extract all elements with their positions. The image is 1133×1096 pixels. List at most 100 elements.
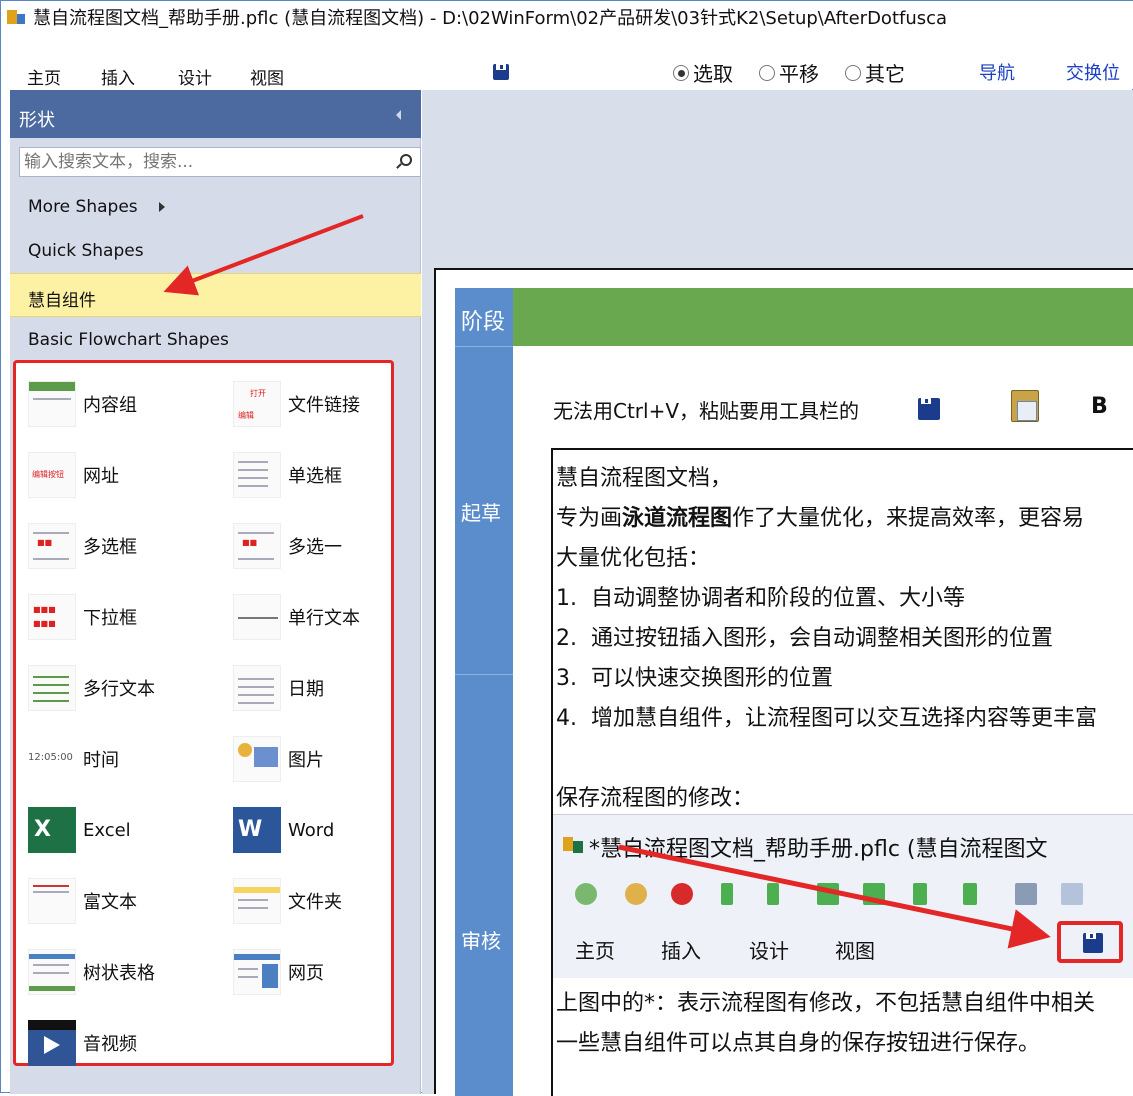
shape-checkbox[interactable]: ■■ 多选框: [28, 522, 137, 570]
tree-table-thumb-icon: [28, 949, 76, 995]
radio-select[interactable]: 选取: [673, 58, 733, 87]
list-item: 4. 增加慧自组件，让流程图可以交互选择内容等更丰富: [556, 706, 1098, 731]
lane-label: 审核: [461, 929, 501, 953]
app-window: 慧自流程图文档_帮助手册.pflc (慧自流程图文档) - D:\02WinFo…: [0, 0, 1133, 1096]
search-icon[interactable]: [400, 154, 412, 166]
toolbar-up-icon: [721, 883, 733, 905]
category-basic-flowchart[interactable]: Basic Flowchart Shapes: [10, 318, 421, 362]
radio-other-label: 其它: [865, 62, 905, 86]
list-item: 3. 可以快速交换图形的位置: [556, 666, 834, 691]
toolbar-left-icon: [817, 883, 839, 905]
save-icon[interactable]: [493, 64, 509, 80]
video-icon: [28, 1020, 76, 1066]
lane-review[interactable]: 审核: [455, 674, 513, 1096]
radio-pan-dot[interactable]: [759, 64, 775, 81]
tab-design[interactable]: 设计: [178, 64, 212, 89]
multiline-text-thumb-icon: [28, 665, 76, 711]
radio-select-label: 选取: [693, 62, 733, 86]
shape-web-page[interactable]: 网页: [233, 948, 324, 996]
shape-image[interactable]: 图片: [233, 735, 324, 783]
radio-pan[interactable]: 平移: [759, 58, 819, 87]
lane-draft[interactable]: 起草: [455, 346, 513, 674]
web-page-thumb-icon: [233, 949, 281, 995]
toolbar-copy-icon: [1061, 883, 1083, 905]
radio-select-dot[interactable]: [673, 64, 689, 81]
folder-thumb-icon: [233, 878, 281, 924]
tab-insert[interactable]: 插入: [101, 64, 135, 89]
lane-label: 起草: [461, 501, 501, 525]
phase-bar[interactable]: [513, 288, 1133, 346]
shape-search-input[interactable]: [20, 148, 390, 176]
shape-audio-video[interactable]: 音视频: [28, 1019, 137, 1067]
time-thumb-icon: 12:05:00: [28, 736, 76, 782]
radio-other[interactable]: 其它: [845, 58, 905, 87]
nav-link[interactable]: 导航: [979, 59, 1015, 85]
shape-search[interactable]: [19, 147, 421, 177]
shape-tree-table[interactable]: 树状表格: [28, 948, 155, 996]
shape-radio[interactable]: 单选框: [233, 451, 342, 499]
save-icon: [918, 398, 940, 420]
radio-other-dot[interactable]: [845, 64, 861, 81]
shape-folder[interactable]: 文件夹: [233, 877, 342, 925]
rich-text-box[interactable]: 慧自流程图文档， 专为画泳道流程图作了大量优化，来提高效率，更容易 大量优化包括…: [551, 448, 1133, 1096]
shape-label: 单行文本: [288, 608, 360, 629]
shape-label: 单选框: [288, 466, 342, 487]
checkbox-thumb-icon: ■■: [28, 523, 76, 569]
text-line: 慧自流程图文档，: [556, 466, 733, 491]
shape-label: Excel: [83, 819, 131, 841]
category-label: More Shapes: [28, 197, 138, 217]
shape-label: 内容组: [83, 395, 137, 416]
shape-url[interactable]: 编辑按钮 网址: [28, 451, 119, 499]
category-quick-shapes[interactable]: Quick Shapes: [10, 229, 421, 273]
tab-home[interactable]: 主页: [27, 64, 61, 89]
shape-word[interactable]: W Word: [233, 806, 334, 854]
shape-multiline-text[interactable]: 多行文本: [28, 664, 155, 712]
save-icon: [1083, 933, 1103, 953]
toolbar-tree-icon: [625, 883, 647, 905]
shape-excel[interactable]: X Excel: [28, 806, 131, 854]
category-more-shapes[interactable]: More Shapes: [10, 185, 421, 229]
shapes-panel-header: 形状: [10, 90, 421, 138]
single-line-text-thumb-icon: [233, 594, 281, 640]
category-label: 慧自组件: [28, 291, 96, 311]
embedded-tab-insert: 插入: [661, 939, 701, 963]
paste-clipboard-icon: [1011, 390, 1039, 422]
phase-header[interactable]: 阶段: [455, 288, 513, 346]
shape-label: 网页: [288, 963, 324, 984]
shape-dropdown[interactable]: ■■■ ■■■ 下拉框: [28, 593, 137, 641]
excel-icon: X: [28, 807, 76, 853]
embedded-title: *慧自流程图文档_帮助手册.pflc (慧自流程图文: [589, 837, 1048, 862]
app-logo-icon: [563, 833, 585, 855]
bold-label: B: [1091, 394, 1108, 419]
shape-time[interactable]: 12:05:00 时间: [28, 735, 119, 783]
collapse-icon[interactable]: [396, 110, 401, 120]
shape-date[interactable]: 日期: [233, 664, 324, 712]
shape-label: 多行文本: [83, 679, 155, 700]
list-item: 2. 通过按钮插入图形，会自动调整相关图形的位置: [556, 626, 1054, 651]
shape-single-choice[interactable]: ■■ 多选一: [233, 522, 342, 570]
shapes-panel: 形状 More Shapes Quick Shapes 慧自组件 Basic F…: [10, 90, 421, 1094]
shape-file-link[interactable]: 打开 编辑 文件链接: [233, 380, 360, 428]
tab-view[interactable]: 视图: [250, 64, 284, 89]
title-bar: 慧自流程图文档_帮助手册.pflc (慧自流程图文档) - D:\02WinFo…: [1, 1, 1133, 33]
swap-link[interactable]: 交换位: [1066, 59, 1120, 85]
shape-rich-text[interactable]: 富文本: [28, 877, 137, 925]
shapes-panel-title: 形状: [19, 110, 55, 131]
shape-single-line-text[interactable]: 单行文本: [233, 593, 360, 641]
shape-label: 多选一: [288, 537, 342, 558]
calendar-icon: [233, 665, 281, 711]
shape-label: 文件夹: [288, 892, 342, 913]
text-line: 一些慧自组件可以点其自身的保存按钮进行保存。: [556, 1031, 1041, 1056]
embedded-tab-home: 主页: [575, 939, 615, 963]
shape-label: 网址: [83, 466, 119, 487]
text-line: 上图中的*：表示流程图有修改，不包括慧自组件中相关: [556, 991, 1096, 1016]
category-label: Quick Shapes: [28, 241, 144, 261]
shape-label: 文件链接: [288, 395, 360, 416]
category-huizi-components[interactable]: 慧自组件: [10, 273, 421, 317]
dropdown-thumb-icon: ■■■ ■■■: [28, 594, 76, 640]
menu-bar: 主页 插入 设计 视图: [1, 33, 1133, 89]
url-thumb-icon: 编辑按钮: [28, 452, 76, 498]
shape-content-group[interactable]: 内容组: [28, 380, 137, 428]
diagram-page: 阶段 起草 审核 无法用Ctrl+V，粘贴要用工具栏的 B 慧自流程图文档， 专…: [434, 268, 1133, 1096]
word-icon: W: [233, 807, 281, 853]
